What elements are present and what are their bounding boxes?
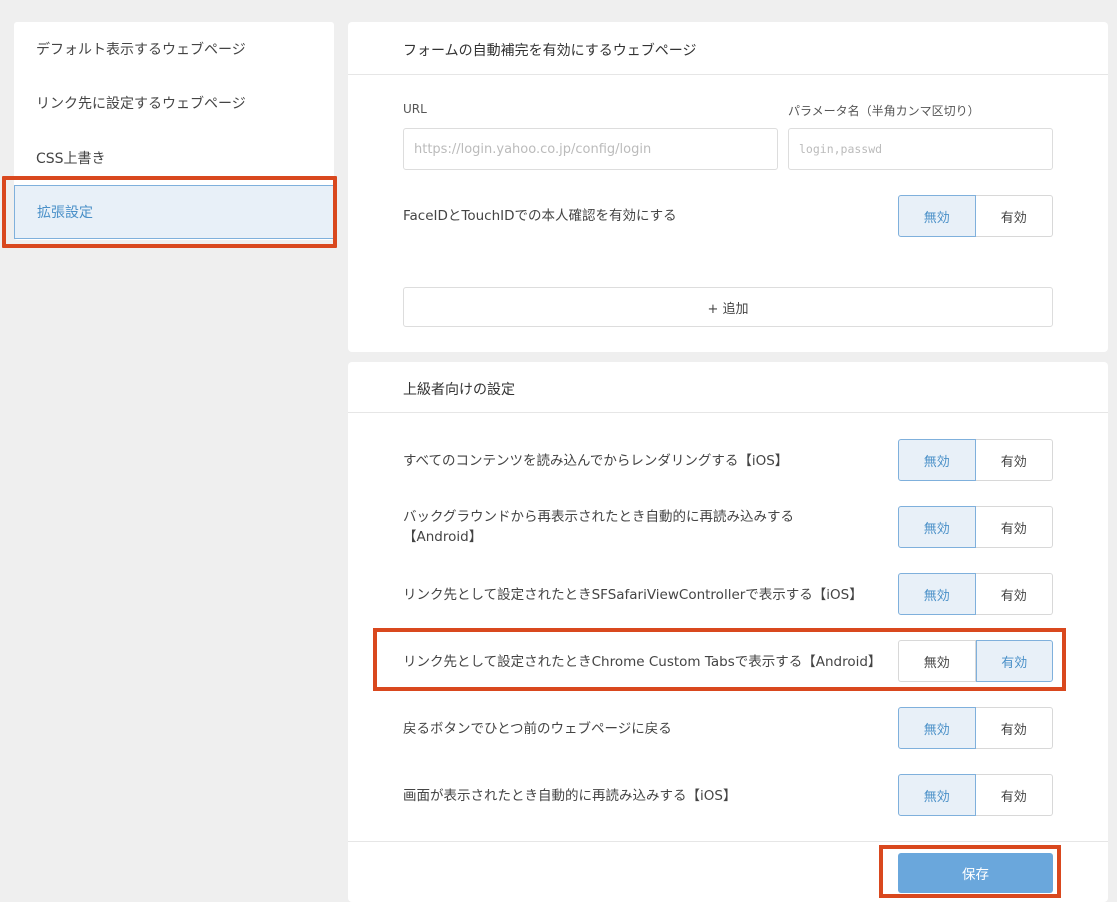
toggle-on-button[interactable]: 有効 <box>975 506 1053 548</box>
faceid-label: FaceIDとTouchIDでの本人確認を有効にする <box>403 208 677 224</box>
faceid-off-button[interactable]: 無効 <box>898 195 976 237</box>
url-input[interactable]: https://login.yahoo.co.jp/config/login <box>403 128 778 170</box>
toggle-off-button[interactable]: 無効 <box>898 774 976 816</box>
toggle-on-button[interactable]: 有効 <box>975 640 1053 682</box>
sidebar-item-default-page[interactable]: デフォルト表示するウェブページ <box>14 22 334 76</box>
autofill-card-title: フォームの自動補完を有効にするウェブページ <box>403 43 697 59</box>
faceid-toggle: 無効 有効 <box>898 195 1053 237</box>
url-label: URL <box>403 102 427 116</box>
param-input[interactable]: login,passwd <box>788 128 1053 170</box>
setting-toggle-chrome-custom-tabs: 無効 有効 <box>898 640 1053 682</box>
toggle-on-button[interactable]: 有効 <box>975 774 1053 816</box>
setting-toggle-reload-on-resume: 無効 有効 <box>898 506 1053 548</box>
toggle-off-button[interactable]: 無効 <box>898 439 976 481</box>
setting-toggle-render-after-load: 無効 有効 <box>898 439 1053 481</box>
setting-label-reload-on-show: 画面が表示されたとき自動的に再読み込みする【iOS】 <box>403 788 737 804</box>
sidebar-item-extended-settings[interactable]: 拡張設定 <box>14 185 334 239</box>
sidebar-item-css-override[interactable]: CSS上書き <box>14 131 334 185</box>
param-label: パラメータ名（半角カンマ区切り） <box>788 104 980 118</box>
autofill-card: フォームの自動補完を有効にするウェブページ URL パラメータ名（半角カンマ区切… <box>348 22 1108 352</box>
setting-label-back-button: 戻るボタンでひとつ前のウェブページに戻る <box>403 721 672 737</box>
toggle-on-button[interactable]: 有効 <box>975 439 1053 481</box>
toggle-off-button[interactable]: 無効 <box>898 506 976 548</box>
toggle-off-button[interactable]: 無効 <box>898 640 976 682</box>
toggle-off-button[interactable]: 無効 <box>898 707 976 749</box>
card-divider <box>348 841 1108 842</box>
setting-label-sfsafari: リンク先として設定されたときSFSafariViewControllerで表示す… <box>403 587 863 603</box>
settings-sidebar: デフォルト表示するウェブページ リンク先に設定するウェブページ CSS上書き 拡… <box>14 22 334 240</box>
setting-toggle-back-button: 無効 有効 <box>898 707 1053 749</box>
toggle-off-button[interactable]: 無効 <box>898 573 976 615</box>
faceid-on-button[interactable]: 有効 <box>975 195 1053 237</box>
sidebar-item-link-page[interactable]: リンク先に設定するウェブページ <box>14 76 334 130</box>
toggle-on-button[interactable]: 有効 <box>975 573 1053 615</box>
toggle-on-button[interactable]: 有効 <box>975 707 1053 749</box>
card-divider <box>348 74 1108 75</box>
card-divider <box>348 412 1108 413</box>
save-button[interactable]: 保存 <box>898 853 1053 893</box>
advanced-card-title: 上級者向けの設定 <box>403 382 515 398</box>
setting-label-reload-on-resume: バックグラウンドから再表示されたとき自動的に再読み込みする【Android】 <box>403 509 794 545</box>
add-button[interactable]: + 追加 <box>403 287 1053 327</box>
setting-toggle-reload-on-show: 無効 有効 <box>898 774 1053 816</box>
advanced-card: 上級者向けの設定 すべてのコンテンツを読み込んでからレンダリングする【iOS】 … <box>348 362 1108 902</box>
setting-toggle-sfsafari: 無効 有効 <box>898 573 1053 615</box>
setting-label-render-after-load: すべてのコンテンツを読み込んでからレンダリングする【iOS】 <box>403 453 789 469</box>
setting-label-chrome-custom-tabs: リンク先として設定されたときChrome Custom Tabsで表示する【An… <box>403 654 882 670</box>
